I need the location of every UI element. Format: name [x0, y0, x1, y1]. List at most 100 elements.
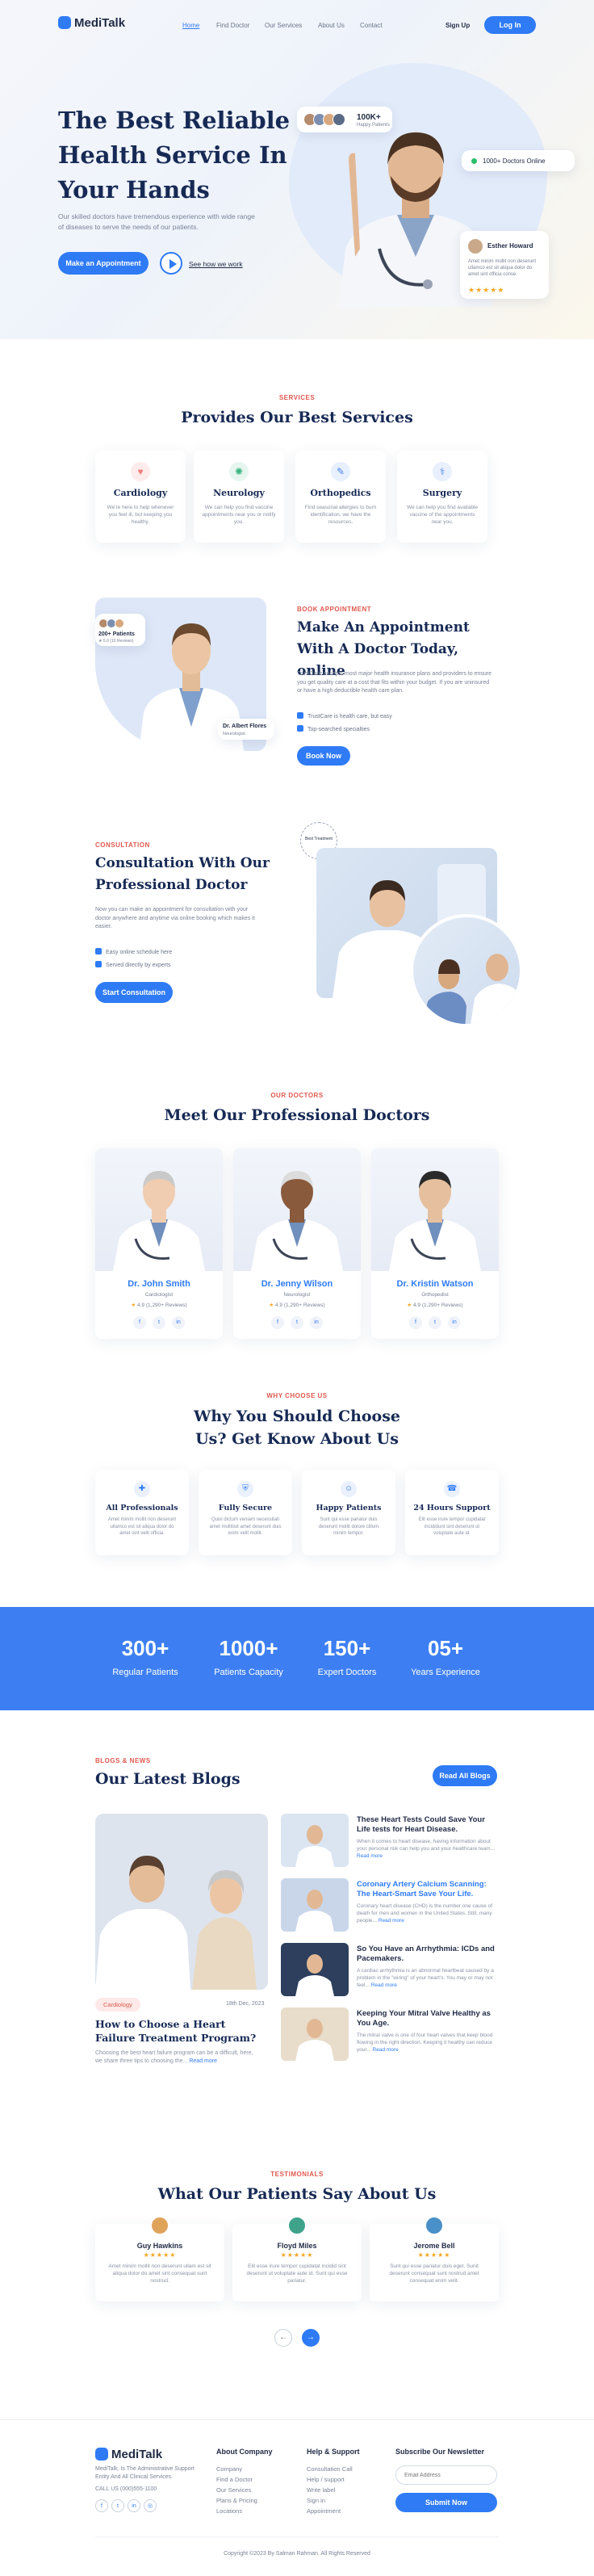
facebook-icon[interactable]: f: [95, 2499, 108, 2512]
instagram-icon[interactable]: ◎: [144, 2499, 157, 2512]
read-more-link[interactable]: Read more: [189, 2058, 217, 2064]
prev-arrow-icon[interactable]: ←: [274, 2329, 292, 2347]
play-icon[interactable]: [160, 252, 182, 275]
doctor-card[interactable]: Dr. Jenny Wilson Neurologist ★ 4.9 (1,290+…: [233, 1148, 361, 1339]
footer-link[interactable]: Consultation Call: [307, 2465, 353, 2473]
blog-list-item[interactable]: These Heart Tests Could Save Your Life t…: [281, 1814, 499, 1872]
checklist-item: Top-searched specialties: [297, 725, 370, 732]
star-icon: ★: [131, 1303, 138, 1308]
section-label: BLOGS & NEWS: [95, 1757, 151, 1764]
patient-doctor-image: [410, 914, 523, 1027]
footer-link[interactable]: Locations: [216, 2507, 242, 2515]
how-we-work-link[interactable]: See how we work: [189, 260, 243, 268]
patients-count: 200+ Patients: [98, 631, 135, 637]
section-label: WHY CHOOSE US: [266, 1392, 328, 1399]
blog-title[interactable]: These Heart Tests Could Save Your Life t…: [357, 1815, 499, 1834]
newsletter-email-input[interactable]: [395, 2465, 497, 2485]
footer-link[interactable]: Find a Doctor: [216, 2476, 253, 2483]
read-more-link[interactable]: Read more: [357, 1853, 383, 1859]
linkedin-icon[interactable]: in: [448, 1316, 461, 1329]
review-text: Amet minim mollit non deserunt ullamco e…: [468, 259, 537, 277]
doctor-card[interactable]: Dr. Kristin Watson Orthopedist ★ 4.9 (1,29…: [371, 1148, 499, 1339]
start-consultation-button[interactable]: Start Consultation: [95, 982, 173, 1003]
twitter-icon[interactable]: t: [153, 1316, 165, 1329]
footer-link[interactable]: Our Services: [216, 2486, 251, 2494]
service-card[interactable]: ✎ Orthopedics Find seasonal allergies to b…: [295, 451, 386, 543]
subscribe-button[interactable]: Submit Now: [395, 2493, 497, 2512]
linkedin-icon[interactable]: in: [310, 1316, 323, 1329]
doctor-photo: [233, 1148, 361, 1271]
doctor-card[interactable]: Dr. John Smith Cardiologist ★ 4.9 (1,290+ …: [95, 1148, 223, 1339]
signup-link[interactable]: Sign Up: [446, 22, 470, 29]
doctor-name[interactable]: Dr. John Smith: [95, 1279, 223, 1289]
nav-about[interactable]: About Us: [318, 22, 345, 29]
why-description: Quisi dictum veniam necessitati amet mol…: [209, 1517, 282, 1536]
footer-link[interactable]: Help / support: [307, 2476, 345, 2483]
service-card[interactable]: ⚕ Surgery We can help you find available v…: [397, 451, 487, 543]
blog-thumbnail[interactable]: [281, 2008, 349, 2061]
service-card[interactable]: ♥ Cardiology We're here to help whenever y…: [95, 451, 186, 543]
avatar: [115, 619, 124, 628]
footer-logo[interactable]: MediTalk: [95, 2448, 162, 2461]
patients-count: 100K+: [357, 113, 381, 122]
blog-list-item[interactable]: So You Have an Arrhythmia: ICDs and Pace…: [281, 1943, 499, 2001]
blog-thumbnail[interactable]: [281, 1878, 349, 1932]
nav-contact[interactable]: Contact: [360, 22, 383, 29]
blog-title[interactable]: Keeping Your Mitral Valve Healthy as You…: [357, 2009, 499, 2028]
blog-tag[interactable]: Cardiology: [95, 1998, 140, 2012]
footer-link[interactable]: Company: [216, 2465, 242, 2473]
blog-excerpt: When it comes to heart disease, having i…: [357, 1838, 499, 1860]
twitter-icon[interactable]: t: [429, 1316, 441, 1329]
footer-link[interactable]: Plans & Pricing: [216, 2497, 257, 2504]
doctor-name[interactable]: Dr. Kristin Watson: [371, 1279, 499, 1289]
facebook-icon[interactable]: f: [271, 1316, 284, 1329]
copyright: Copyright ©2023 By Salman Rahman. All Ri…: [224, 2551, 370, 2557]
doctor-name[interactable]: Dr. Jenny Wilson: [233, 1279, 361, 1289]
section-description: Now you can make an appointment for cons…: [95, 907, 255, 929]
nav-services[interactable]: Our Services: [265, 22, 302, 29]
read-more-link[interactable]: Read more: [371, 1982, 397, 1988]
blog-list-item[interactable]: Coronary Artery Calcium Scanning: The He…: [281, 1878, 499, 1936]
featured-blog-image[interactable]: [95, 1814, 268, 1990]
reviewer-name: Esther Howard: [487, 242, 533, 250]
footer-link[interactable]: Sign in: [307, 2497, 325, 2504]
linkedin-icon[interactable]: in: [128, 2499, 140, 2512]
footer-link[interactable]: Write label: [307, 2486, 335, 2494]
stat-item: 05+ Years Experience: [385, 1636, 506, 1677]
rating-text: 4.9 (1,290+ Reviews): [413, 1303, 463, 1308]
doctor-photo: [95, 1148, 223, 1271]
section-title: What Our Patients Say About Us: [157, 2185, 437, 2203]
lungs-icon: ⚕: [433, 462, 452, 481]
avatar: [287, 2216, 307, 2235]
make-appointment-button[interactable]: Make an Appointment: [58, 252, 148, 275]
read-more-link[interactable]: Read more: [379, 1918, 404, 1924]
read-all-blogs-button[interactable]: Read All Blogs: [433, 1765, 497, 1786]
linkedin-icon[interactable]: in: [172, 1316, 185, 1329]
shield-icon: ⛨: [237, 1481, 253, 1497]
twitter-icon[interactable]: t: [111, 2499, 124, 2512]
phone-icon: ☎: [444, 1481, 460, 1497]
service-name: Surgery: [422, 488, 462, 498]
login-button[interactable]: Log In: [484, 16, 536, 34]
next-arrow-icon[interactable]: →: [302, 2329, 320, 2347]
top-nav: MediTalk Home Find Doctor Our Services A…: [58, 16, 536, 34]
nav-home[interactable]: Home: [182, 22, 199, 29]
bone-icon: ✎: [331, 462, 350, 481]
twitter-icon[interactable]: t: [291, 1316, 303, 1329]
featured-blog-title[interactable]: How to Choose a Heart Failure Treatment …: [95, 2017, 268, 2045]
blog-title[interactable]: So You Have an Arrhythmia: ICDs and Pace…: [357, 1945, 499, 1963]
blog-thumbnail[interactable]: [281, 1814, 349, 1867]
service-card[interactable]: ✺ Neurology We can help you find vaccine a…: [194, 451, 284, 543]
read-more-link[interactable]: Read more: [373, 2047, 399, 2053]
doctor-name-card: Dr. Albert Flores Neurologist: [218, 719, 274, 740]
logo[interactable]: MediTalk: [58, 16, 125, 30]
blog-thumbnail[interactable]: [281, 1943, 349, 1996]
footer-link[interactable]: Appointment: [307, 2507, 341, 2515]
book-now-button[interactable]: Book Now: [297, 746, 350, 766]
footer-company-title: About Company: [216, 2448, 273, 2456]
nav-find-doctor[interactable]: Find Doctor: [216, 22, 249, 29]
facebook-icon[interactable]: f: [133, 1316, 146, 1329]
blog-title[interactable]: Coronary Artery Calcium Scanning: The He…: [357, 1880, 499, 1898]
facebook-icon[interactable]: f: [409, 1316, 422, 1329]
blog-list-item[interactable]: Keeping Your Mitral Valve Healthy as You…: [281, 2008, 499, 2066]
